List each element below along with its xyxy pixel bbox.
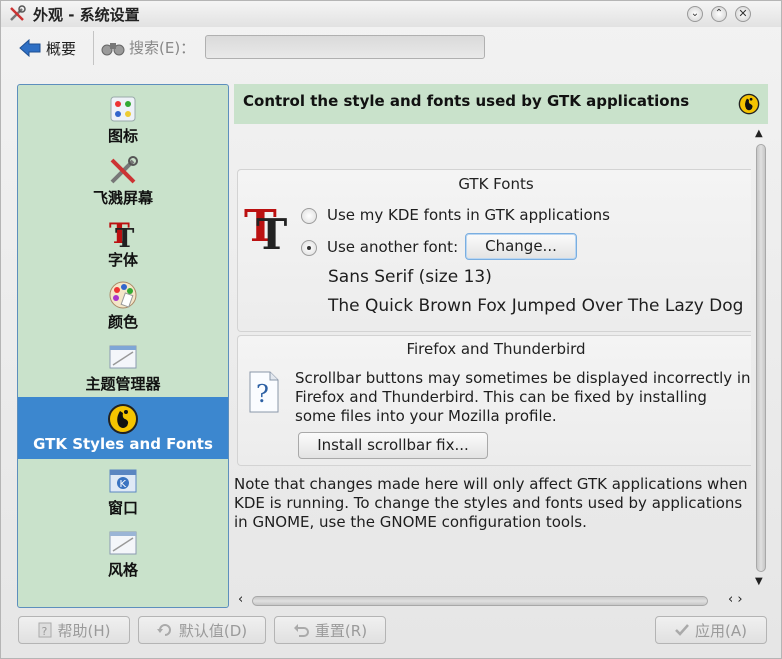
toolbar-separator (93, 31, 94, 65)
other-font-option-label[interactable]: Use another font: (327, 238, 458, 256)
scroll-right-arrow-icon[interactable]: ‹ › (728, 592, 743, 607)
note-text-line: in GNOME, use the GNOME configuration to… (234, 513, 587, 531)
sidebar-item-font[interactable]: T T 字体 (18, 211, 228, 273)
help-button[interactable]: ? 帮助(H) (18, 616, 130, 644)
module-header: Control the style and fonts used by GTK … (234, 84, 768, 124)
close-button[interactable]: ✕ (735, 6, 751, 22)
undo-icon (293, 624, 309, 637)
defaults-label: 默认值(D) (178, 621, 248, 640)
scroll-down-arrow-icon[interactable]: ▼ (755, 576, 763, 587)
group-title: GTK Fonts (458, 175, 534, 193)
minimize-button[interactable]: ⌄ (687, 6, 703, 22)
splash-screen-icon (110, 156, 138, 184)
window-title: 外观 - 系统设置 (33, 6, 140, 24)
icons-icon (110, 96, 136, 122)
sidebar-item-window[interactable]: K 窗口 (18, 459, 228, 521)
firefox-text-line: Scrollbar buttons may sometimes be displ… (295, 369, 751, 387)
note-text-line: KDE is running. To change the styles and… (234, 494, 743, 512)
title-bar: 外观 - 系统设置 ⌄ ⌃ ✕ (1, 1, 781, 27)
sidebar-item-splash-screen[interactable]: 飞溅屏幕 (18, 149, 228, 211)
kde-fonts-radio[interactable] (301, 208, 317, 224)
colors-icon (109, 281, 137, 309)
vertical-scrollbar[interactable]: ▲ ▼ (752, 126, 768, 594)
defaults-button[interactable]: 默认值(D) (138, 616, 266, 644)
reset-defaults-icon (156, 624, 171, 636)
gtk-icon (108, 404, 138, 434)
reset-button[interactable]: 重置(R) (274, 616, 386, 644)
settings-window: 外观 - 系统设置 ⌄ ⌃ ✕ 概要 搜索(E)： 图标 飞溅屏幕 T T 字体… (0, 0, 782, 659)
font-name: Sans Serif (size 13) (328, 267, 492, 287)
overview-label: 概要 (46, 39, 77, 58)
maximize-button[interactable]: ⌃ (711, 6, 727, 22)
window-icon: K (109, 469, 137, 493)
sidebar-item-label: GTK Styles and Fonts (33, 435, 213, 453)
horizontal-scrollbar[interactable]: ‹ ‹ › (234, 592, 768, 608)
font-preview: The Quick Brown Fox Jumped Over The Lazy… (328, 296, 744, 316)
change-font-button[interactable]: Change... (465, 233, 577, 260)
sidebar-item-icons[interactable]: 图标 (18, 87, 228, 149)
apply-button[interactable]: 应用(A) (655, 616, 767, 644)
help-label: 帮助(H) (57, 621, 111, 640)
module-content: GTK Fonts T T Use my KDE fonts in GTK ap… (234, 126, 751, 594)
sidebar-item-label: 字体 (107, 251, 138, 269)
apply-label: 应用(A) (695, 621, 747, 640)
sidebar-item-label: 飞溅屏幕 (92, 189, 153, 207)
sidebar-item-colors[interactable]: 颜色 (18, 273, 228, 335)
theme-manager-icon (109, 345, 137, 369)
search-input[interactable] (205, 35, 485, 59)
install-scrollbar-fix-button[interactable]: Install scrollbar fix... (298, 432, 488, 459)
category-sidebar: 图标 飞溅屏幕 T T 字体 颜色 主题管理器 GTK Styles and F… (17, 84, 229, 608)
sidebar-item-label: 主题管理器 (85, 375, 161, 393)
firefox-text-line: some files into your Mozilla profile. (295, 407, 557, 425)
overview-button[interactable]: 概要 (13, 33, 84, 63)
help-document-icon: ? (249, 371, 279, 413)
svg-text:T: T (115, 224, 135, 249)
sidebar-item-label: 窗口 (107, 499, 138, 517)
search-label: 搜索(E)： (129, 39, 196, 57)
sidebar-item-label: 风格 (107, 561, 138, 579)
svg-text:K: K (120, 479, 127, 490)
kde-fonts-option-label[interactable]: Use my KDE fonts in GTK applications (327, 206, 610, 224)
toolbar: 概要 搜索(E)： (1, 27, 781, 69)
svg-text:T: T (256, 210, 287, 253)
horizontal-scrollbar-track[interactable] (252, 596, 708, 606)
other-font-radio[interactable] (301, 240, 317, 256)
reset-label: 重置(R) (314, 621, 368, 640)
binoculars-icon (101, 43, 125, 56)
checkmark-icon (675, 624, 689, 636)
tools-icon (10, 5, 26, 21)
font-icon: T T (244, 201, 287, 253)
sidebar-item-theme-manager[interactable]: 主题管理器 (18, 335, 228, 397)
style-icon (109, 531, 137, 555)
firefox-text-line: Firefox and Thunderbird. This can be fix… (295, 388, 707, 406)
module-title: Control the style and fonts used by GTK … (243, 92, 690, 110)
back-arrow-icon (19, 39, 41, 57)
gtk-icon (738, 93, 760, 115)
sidebar-item-label: 图标 (107, 127, 138, 145)
vertical-scrollbar-track[interactable] (756, 144, 766, 572)
firefox-thunderbird-group: Firefox and Thunderbird ? Scrollbar butt… (237, 335, 751, 466)
font-icon: T T (109, 217, 135, 249)
svg-text:?: ? (41, 625, 47, 638)
scroll-up-arrow-icon[interactable]: ▲ (755, 128, 763, 139)
scroll-left-arrow-icon[interactable]: ‹ (238, 592, 243, 607)
sidebar-item-gtk-styles-and-fonts[interactable]: GTK Styles and Fonts (18, 397, 228, 459)
sidebar-item-label: 颜色 (107, 313, 138, 331)
help-icon: ? (38, 622, 51, 638)
gtk-fonts-group: GTK Fonts T T Use my KDE fonts in GTK ap… (237, 169, 751, 332)
group-title: Firefox and Thunderbird (406, 340, 586, 358)
note-text-line: Note that changes made here will only af… (234, 475, 748, 493)
svg-text:?: ? (256, 380, 269, 408)
sidebar-item-style[interactable]: 风格 (18, 521, 228, 583)
